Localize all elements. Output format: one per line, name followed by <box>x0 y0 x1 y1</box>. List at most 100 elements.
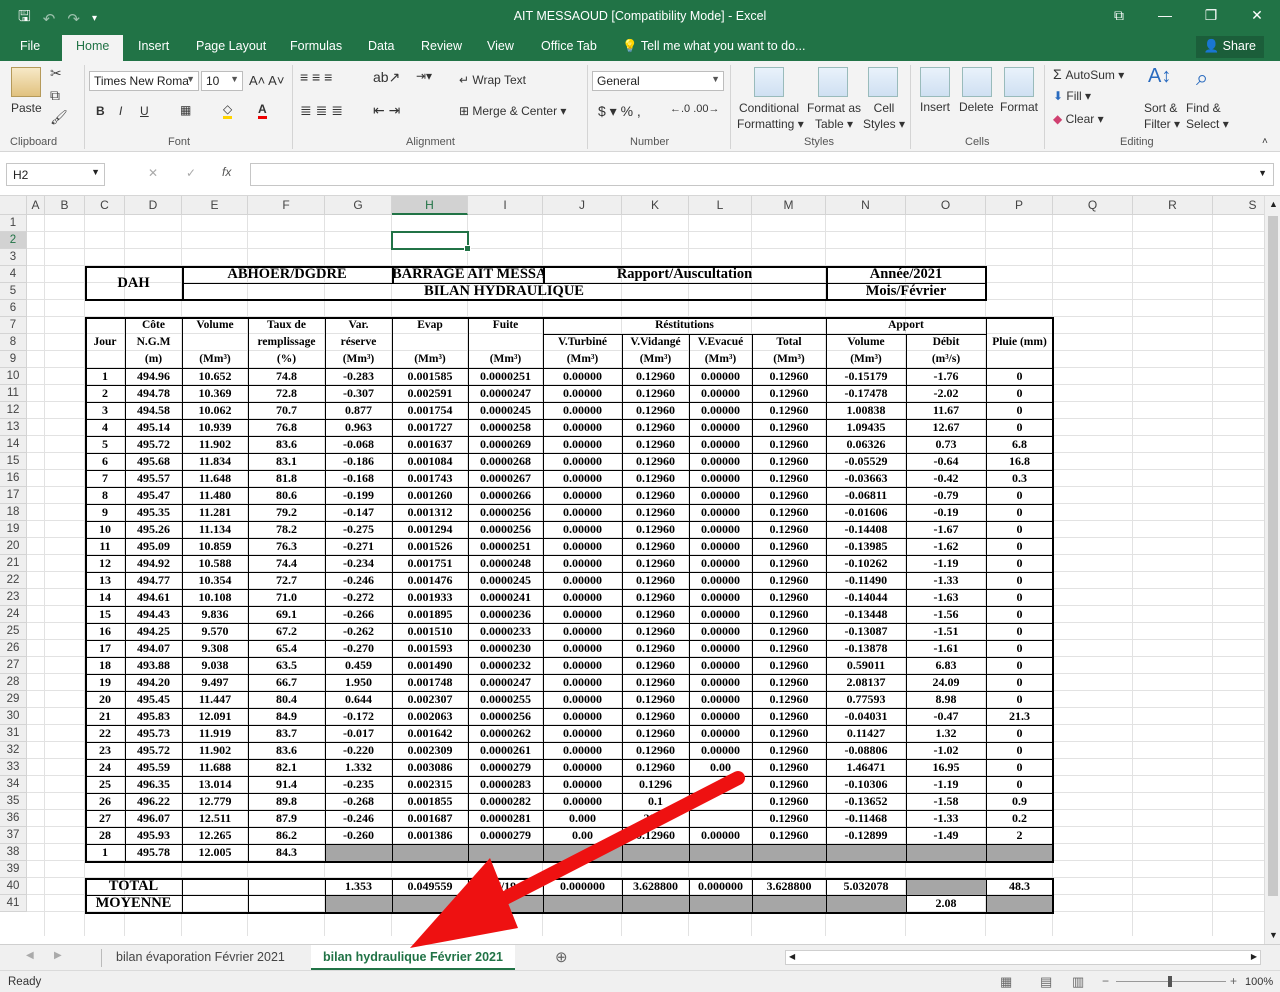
table-cell[interactable]: 0.0000258 <box>468 419 543 436</box>
conditional-formatting-icon[interactable] <box>754 67 784 97</box>
table-cell[interactable]: 0.002063 <box>392 708 468 725</box>
table-cell[interactable]: -1.58 <box>906 793 986 810</box>
table-cell[interactable]: 0.00000 <box>543 606 622 623</box>
table-cell[interactable]: -0.15179 <box>826 368 906 385</box>
table-cell[interactable]: 0.00000 <box>689 640 752 657</box>
table-cell[interactable]: 495.59 <box>125 759 182 776</box>
formula-input[interactable]: ▼ <box>250 163 1274 186</box>
format-painter-icon[interactable]: 🖌 <box>50 109 68 126</box>
table-cell[interactable]: 0.12960 <box>752 725 826 742</box>
table-cell[interactable]: 24 <box>85 759 125 776</box>
table-cell[interactable]: 0.11427 <box>826 725 906 742</box>
row-header-24[interactable]: 24 <box>0 606 27 623</box>
table-cell[interactable]: 0 <box>986 606 1053 623</box>
table-cell[interactable]: 0.12960 <box>622 589 689 606</box>
table-cell[interactable]: 0.12960 <box>752 742 826 759</box>
table-cell[interactable]: 0.00000 <box>689 623 752 640</box>
table-cell[interactable]: 9.308 <box>182 640 248 657</box>
table-cell[interactable]: 0 <box>986 725 1053 742</box>
table-cell[interactable]: 0 <box>986 776 1053 793</box>
table-cell[interactable]: 11.281 <box>182 504 248 521</box>
table-cell[interactable]: 0.12960 <box>622 419 689 436</box>
table-cell[interactable]: 72.8 <box>248 385 325 402</box>
table-cell[interactable]: 0.12960 <box>752 402 826 419</box>
table-cell[interactable]: 0.12960 <box>622 725 689 742</box>
font-color-icon[interactable]: A <box>258 102 267 119</box>
table-cell[interactable]: 1 <box>85 844 125 861</box>
table-cell[interactable]: 0.12960 <box>752 589 826 606</box>
table-cell[interactable]: 24.09 <box>906 674 986 691</box>
table-cell[interactable]: 0.00000 <box>543 436 622 453</box>
table-cell[interactable]: -1.19 <box>906 776 986 793</box>
row-header-7[interactable]: 7 <box>0 317 27 334</box>
table-cell[interactable]: 494.92 <box>125 555 182 572</box>
table-cell[interactable]: 496.22 <box>125 793 182 810</box>
table-cell[interactable]: 0.00000 <box>543 555 622 572</box>
table-cell[interactable]: 0.12960 <box>622 708 689 725</box>
table-cell[interactable]: 7 <box>85 470 125 487</box>
header-barrage[interactable]: BARRAGE AIT MESSAOUUD <box>392 266 543 283</box>
table-cell[interactable]: 26 <box>85 793 125 810</box>
row-header-13[interactable]: 13 <box>0 419 27 436</box>
table-cell[interactable]: 0.00000 <box>689 538 752 555</box>
table-cell[interactable]: 80.6 <box>248 487 325 504</box>
table-cell[interactable]: 0 <box>986 538 1053 555</box>
row-header-12[interactable]: 12 <box>0 402 27 419</box>
table-cell[interactable]: 0.0000256 <box>468 504 543 521</box>
table-cell[interactable]: 12.005 <box>182 844 248 861</box>
table-cell[interactable]: 2 <box>85 385 125 402</box>
table-cell[interactable]: 0.12960 <box>752 810 826 827</box>
table-cell[interactable]: 0.0000230 <box>468 640 543 657</box>
horizontal-scrollbar[interactable]: ◀ ▶ <box>785 950 1261 965</box>
wrap-text-button[interactable]: ↵ Wrap Text <box>459 73 526 87</box>
table-cell[interactable]: 9 <box>85 504 125 521</box>
table-cell[interactable]: -0.272 <box>325 589 392 606</box>
page-layout-view-icon[interactable]: ▤ <box>1040 974 1052 990</box>
table-cell[interactable]: 0.12960 <box>622 572 689 589</box>
row-header-5[interactable]: 5 <box>0 283 27 300</box>
table-cell[interactable]: 0.00000 <box>543 708 622 725</box>
table-cell[interactable]: 0.001751 <box>392 555 468 572</box>
col-header-vturbine[interactable]: V.Turbiné (Mm³) <box>543 334 622 368</box>
table-cell[interactable]: -1.61 <box>906 640 986 657</box>
table-cell[interactable]: -0.270 <box>325 640 392 657</box>
table-cell[interactable]: 0.002307 <box>392 691 468 708</box>
table-cell[interactable]: 495.73 <box>125 725 182 742</box>
table-cell[interactable]: 0.12960 <box>752 776 826 793</box>
table-cell[interactable]: 0.12960 <box>622 691 689 708</box>
scroll-right-icon[interactable]: ▶ <box>1251 952 1257 961</box>
close-icon[interactable]: ✕ <box>1234 0 1280 30</box>
table-cell[interactable]: 0.00000 <box>689 368 752 385</box>
table-cell[interactable]: 91.4 <box>248 776 325 793</box>
table-cell[interactable]: -1.62 <box>906 538 986 555</box>
table-cell[interactable]: 0.00000 <box>543 368 622 385</box>
column-header-r[interactable]: R <box>1133 196 1213 215</box>
table-cell[interactable]: -1.33 <box>906 572 986 589</box>
table-cell[interactable]: -0.05529 <box>826 453 906 470</box>
table-cell[interactable]: 0.0000282 <box>468 793 543 810</box>
table-cell[interactable]: 1 <box>85 368 125 385</box>
table-cell[interactable]: 0.12960 <box>752 793 826 810</box>
table-cell[interactable]: 4 <box>85 419 125 436</box>
table-cell[interactable]: -1.02 <box>906 742 986 759</box>
row-header-25[interactable]: 25 <box>0 623 27 640</box>
table-cell[interactable]: 11.834 <box>182 453 248 470</box>
table-cell[interactable]: 0.001642 <box>392 725 468 742</box>
table-cell[interactable]: 494.07 <box>125 640 182 657</box>
total-fuite[interactable]: 7/19 <box>468 878 543 895</box>
column-header-f[interactable]: F <box>248 196 325 215</box>
paste-icon[interactable] <box>11 67 41 97</box>
table-cell[interactable]: 16.8 <box>986 453 1053 470</box>
table-cell[interactable]: 71.0 <box>248 589 325 606</box>
table-cell[interactable]: 9.038 <box>182 657 248 674</box>
table-cell[interactable]: -0.017 <box>325 725 392 742</box>
table-cell[interactable]: 495.83 <box>125 708 182 725</box>
table-cell[interactable]: -0.168 <box>325 470 392 487</box>
table-cell[interactable]: -0.17478 <box>826 385 906 402</box>
table-cell[interactable]: 0.12960 <box>622 623 689 640</box>
table-cell[interactable]: 0.12960 <box>752 487 826 504</box>
table-cell[interactable]: 0.001727 <box>392 419 468 436</box>
underline-icon[interactable]: U <box>140 104 149 118</box>
table-cell[interactable]: 0.00000 <box>689 402 752 419</box>
table-cell[interactable]: -0.42 <box>906 470 986 487</box>
